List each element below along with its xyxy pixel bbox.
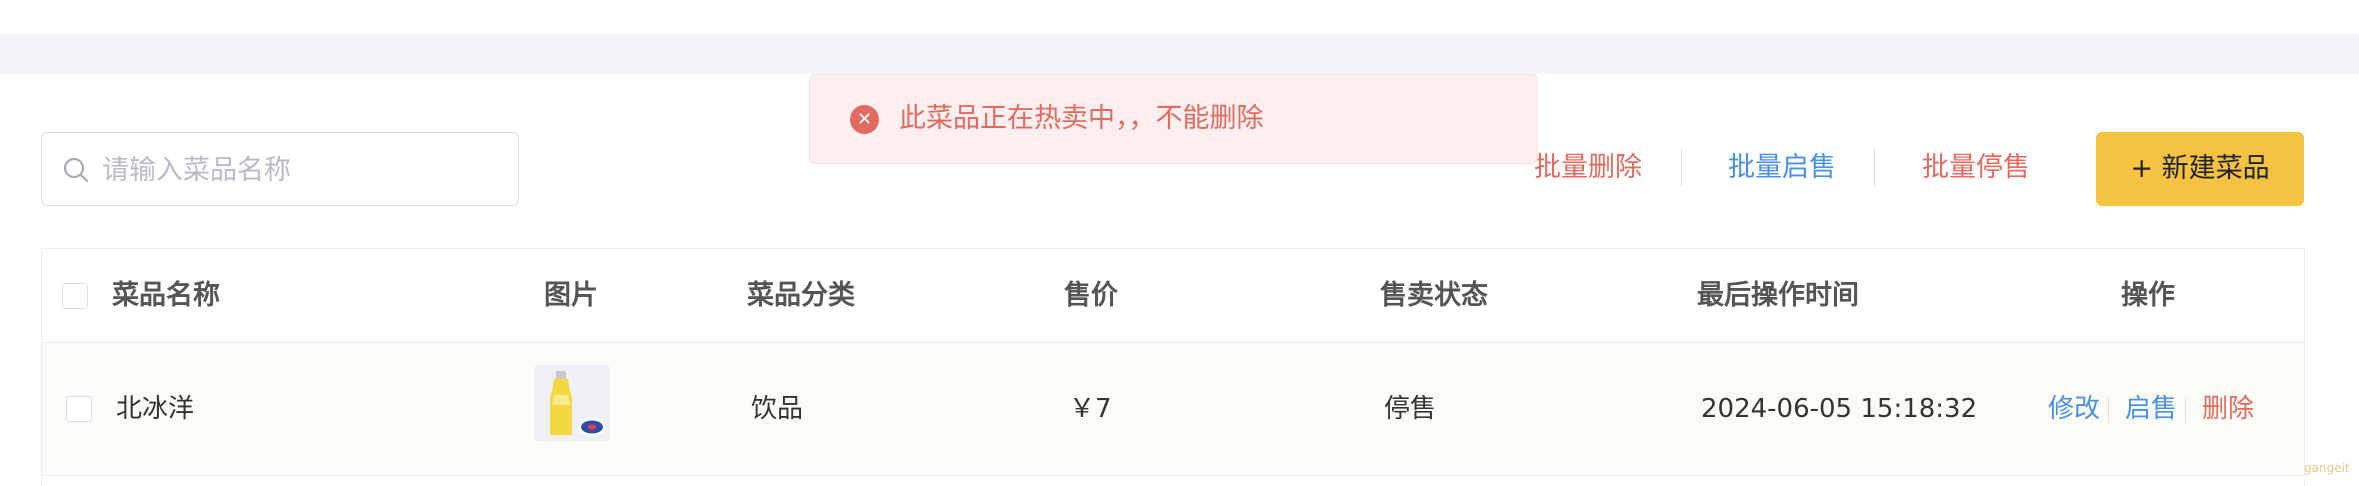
dish-price: ￥7	[1069, 394, 1112, 424]
toolbar-divider	[1874, 148, 1875, 186]
header-category: 菜品分类	[747, 280, 855, 311]
action-divider	[2108, 397, 2109, 423]
dish-category: 饮品	[751, 394, 804, 424]
dish-sale-status: 停售	[1384, 394, 1437, 424]
toast-message: 此菜品正在热卖中，，不能删除	[899, 103, 1264, 134]
watermark-text: gangeit	[2304, 461, 2350, 475]
batch-delete-button[interactable]: 批量删除	[1534, 146, 1642, 190]
header-sale-status: 售卖状态	[1380, 280, 1488, 311]
action-divider	[2185, 397, 2186, 423]
batch-enable-button[interactable]: 批量启售	[1728, 146, 1836, 190]
header-dish-name: 菜品名称	[112, 280, 220, 311]
enable-link[interactable]: 启售	[2125, 343, 2177, 475]
search-icon	[63, 157, 89, 183]
search-input[interactable]	[100, 133, 504, 207]
edit-link[interactable]: 修改	[2048, 343, 2100, 475]
search-box[interactable]	[41, 132, 519, 207]
toolbar-divider	[1681, 148, 1682, 186]
header-price: 售价	[1064, 280, 1118, 311]
batch-disable-button[interactable]: 批量停售	[1922, 146, 2030, 190]
header-last-updated: 最后操作时间	[1697, 280, 1859, 311]
dish-last-updated: 2024-06-05 15:18:32	[1701, 394, 1978, 424]
top-bar	[0, 0, 2359, 34]
new-dish-button[interactable]: + 新建菜品	[2096, 132, 2304, 206]
dish-image	[534, 365, 610, 441]
header-image: 图片	[544, 280, 598, 311]
header-actions: 操作	[2121, 280, 2175, 311]
row-checkbox[interactable]	[66, 396, 92, 422]
error-circle-icon: ✕	[850, 105, 879, 134]
table-header: 菜品名称 图片 菜品分类 售价 售卖状态 最后操作时间 操作	[42, 249, 2304, 343]
page-header-gap	[0, 34, 2359, 74]
select-all-checkbox[interactable]	[62, 283, 88, 309]
dish-table: 菜品名称 图片 菜品分类 售价 售卖状态 最后操作时间 操作 北冰洋 饮品 ￥7…	[41, 248, 2305, 486]
dish-name: 北冰洋	[116, 394, 195, 424]
table-row: 北冰洋 饮品 ￥7 停售 2024-06-05 15:18:32 修改 启售 删…	[42, 343, 2304, 476]
delete-link[interactable]: 删除	[2202, 343, 2254, 475]
error-toast: ✕ 此菜品正在热卖中，，不能删除	[809, 74, 1538, 164]
